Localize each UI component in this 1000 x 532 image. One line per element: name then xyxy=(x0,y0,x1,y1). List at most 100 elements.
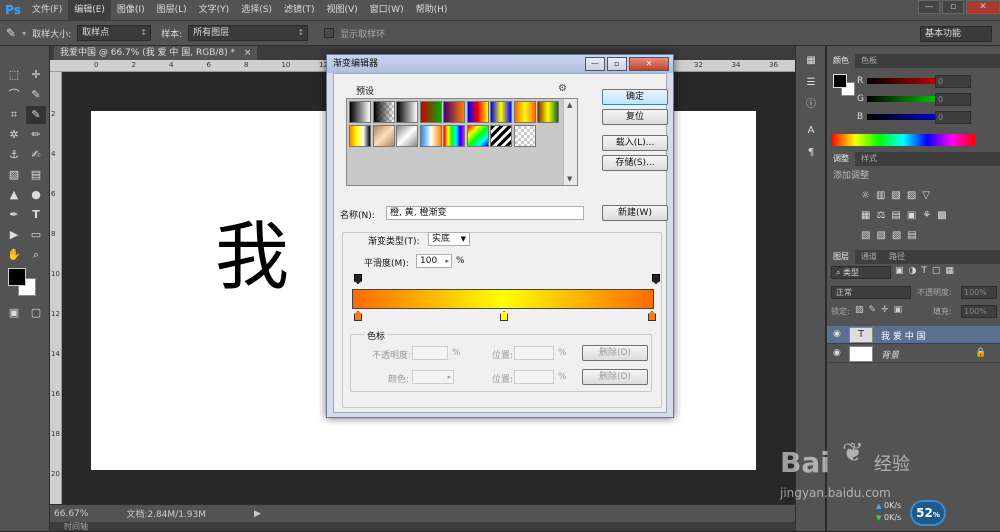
lasso-tool-icon[interactable]: ⌒ xyxy=(4,86,24,104)
stop-opacity-input[interactable] xyxy=(412,346,448,360)
properties-panel-icon[interactable]: ☰ xyxy=(804,76,818,90)
zoom-level[interactable]: 66.67% xyxy=(54,509,88,519)
path-select-tool-icon[interactable]: ▶ xyxy=(4,226,24,244)
crop-tool-icon[interactable]: ⌗ xyxy=(4,106,24,124)
hand-tool-icon[interactable]: ✋ xyxy=(4,246,24,264)
r-value[interactable]: 0 xyxy=(935,75,971,88)
layer-name[interactable]: 背景 xyxy=(881,348,899,361)
zoom-tool-icon[interactable]: ⌕ xyxy=(26,246,46,264)
layer-filter-select[interactable]: ⌕ 类型 xyxy=(831,266,891,279)
stamp-tool-icon[interactable]: ⚓ xyxy=(4,146,24,164)
screen-mode-icon[interactable]: ▢ xyxy=(26,304,46,322)
delete-color-stop-button[interactable]: 删除(D) xyxy=(582,369,648,385)
type-tool-icon[interactable]: T xyxy=(26,206,46,224)
dialog-minimize-button[interactable]: — xyxy=(585,57,605,71)
save-button[interactable]: 存储(S)... xyxy=(602,155,668,171)
maximize-button[interactable]: ▫ xyxy=(942,0,964,14)
load-button[interactable]: 载入(L)... xyxy=(602,135,668,151)
show-ring-checkbox[interactable] xyxy=(324,28,335,38)
dodge-tool-icon[interactable]: ● xyxy=(26,186,46,204)
reset-button[interactable]: 复位 xyxy=(602,109,668,125)
preset-swatch[interactable] xyxy=(513,124,536,147)
adjustment-icons[interactable]: ☼▥▧▨▽ ▦⚖▤▣⚘▩ ▧▨▧▤ xyxy=(861,186,971,246)
menu-item[interactable]: 视图(V) xyxy=(320,0,363,20)
layer-row-background[interactable]: ◉ 背景 🔒 xyxy=(827,345,1000,363)
tab-swatches[interactable]: 色板 xyxy=(855,54,883,68)
dialog-maximize-button[interactable]: ▫ xyxy=(607,57,627,71)
stop-color-location-input[interactable] xyxy=(514,370,554,384)
preset-swatch[interactable] xyxy=(396,101,418,123)
quick-select-tool-icon[interactable]: ✎ xyxy=(26,86,46,104)
menu-item[interactable]: 滤镜(T) xyxy=(278,0,321,20)
gradient-preview-bar[interactable] xyxy=(352,289,654,309)
preset-swatch[interactable] xyxy=(349,101,371,123)
delete-opacity-stop-button[interactable]: 删除(D) xyxy=(582,345,648,361)
menu-item[interactable]: 编辑(E) xyxy=(68,0,111,20)
preset-swatch[interactable] xyxy=(443,124,465,147)
blur-tool-icon[interactable]: ▲ xyxy=(4,186,24,204)
chevron-down-icon[interactable]: ▾ xyxy=(22,29,26,38)
history-brush-icon[interactable]: ✍ xyxy=(26,146,46,164)
presets-grid[interactable]: ▲ ▼ xyxy=(346,98,578,186)
preset-swatch[interactable] xyxy=(419,101,442,123)
preset-swatch[interactable] xyxy=(396,124,418,147)
new-button[interactable]: 新建(W) xyxy=(602,205,668,221)
foreground-color-swatch-top[interactable] xyxy=(8,268,26,286)
tab-paths[interactable]: 路径 xyxy=(883,250,911,264)
close-tab-icon[interactable]: × xyxy=(244,48,252,58)
smoothness-input[interactable]: 100 ▸ xyxy=(416,254,452,268)
shape-tool-icon[interactable]: ▭ xyxy=(26,226,46,244)
preset-swatch[interactable] xyxy=(443,101,465,123)
preset-swatch[interactable] xyxy=(466,101,489,123)
fill-value[interactable]: 100% xyxy=(961,305,997,318)
blend-mode-select[interactable]: 正常 xyxy=(831,286,911,299)
tab-styles[interactable]: 样式 xyxy=(855,152,883,166)
preset-swatch[interactable] xyxy=(513,101,536,123)
layer-name[interactable]: 我 爱 中 国 xyxy=(881,329,926,342)
lock-icons[interactable]: ▨✎✛▣ xyxy=(855,305,907,315)
menu-item[interactable]: 文字(Y) xyxy=(193,0,236,20)
healing-tool-icon[interactable]: ✲ xyxy=(4,126,24,144)
dialog-close-button[interactable]: ✕ xyxy=(629,57,669,71)
menu-item[interactable]: 图层(L) xyxy=(151,0,193,20)
gradient-name-input[interactable]: 橙, 黄, 橙渐变 xyxy=(386,206,584,220)
quick-mask-icon[interactable]: ▣ xyxy=(4,304,24,322)
sample-size-select[interactable]: 取样点 xyxy=(77,25,152,41)
color-spectrum[interactable] xyxy=(831,134,975,146)
sample-select[interactable]: 所有图层 xyxy=(188,25,309,41)
opacity-value[interactable]: 100% xyxy=(961,286,997,299)
preset-swatch[interactable] xyxy=(372,101,395,123)
network-percent-badge[interactable]: 52% xyxy=(910,500,946,526)
pen-tool-icon[interactable]: ✒ xyxy=(4,206,24,224)
menu-item[interactable]: 选择(S) xyxy=(235,0,278,20)
scroll-down-icon[interactable]: ▼ xyxy=(567,175,572,183)
eyedropper-icon[interactable]: ✎ xyxy=(6,26,16,40)
b-value[interactable]: 0 xyxy=(935,111,971,124)
eyedropper-tool-icon[interactable]: ✎ xyxy=(26,106,46,124)
tab-channels[interactable]: 通道 xyxy=(855,250,883,264)
tab-adjustments[interactable]: 调整 xyxy=(827,152,855,166)
brush-tool-icon[interactable]: ✏ xyxy=(26,126,46,144)
paragraph-panel-icon[interactable]: ¶ xyxy=(804,146,818,160)
gradient-type-select[interactable]: 实底 ▼ xyxy=(428,232,470,246)
menu-item[interactable]: 窗口(W) xyxy=(364,0,410,20)
tab-color[interactable]: 颜色 xyxy=(827,54,855,68)
layer-row-text[interactable]: ◉ T 我 爱 中 国 xyxy=(827,326,1000,344)
color-fg-swatch-top[interactable] xyxy=(833,74,847,88)
preset-swatch[interactable] xyxy=(537,101,559,123)
stop-color-swatch[interactable]: ▸ xyxy=(412,370,454,384)
move-tool-icon[interactable]: ✛ xyxy=(26,66,46,84)
preset-swatch[interactable] xyxy=(419,124,442,147)
preset-swatch[interactable] xyxy=(466,124,489,147)
tab-layers[interactable]: 图层 xyxy=(827,250,855,264)
presets-scrollbar[interactable]: ▲ ▼ xyxy=(563,99,577,185)
workspace-select[interactable]: 基本功能 xyxy=(920,26,992,42)
ok-button[interactable]: 确定 xyxy=(602,89,668,105)
status-arrow-icon[interactable]: ▶ xyxy=(254,509,261,519)
preset-swatch[interactable] xyxy=(490,124,512,147)
visibility-eye-icon[interactable]: ◉ xyxy=(833,348,841,358)
info-panel-icon[interactable]: ⓘ xyxy=(804,98,818,112)
stop-location-input[interactable] xyxy=(514,346,554,360)
scroll-up-icon[interactable]: ▲ xyxy=(567,101,572,109)
g-value[interactable]: 0 xyxy=(935,93,971,106)
